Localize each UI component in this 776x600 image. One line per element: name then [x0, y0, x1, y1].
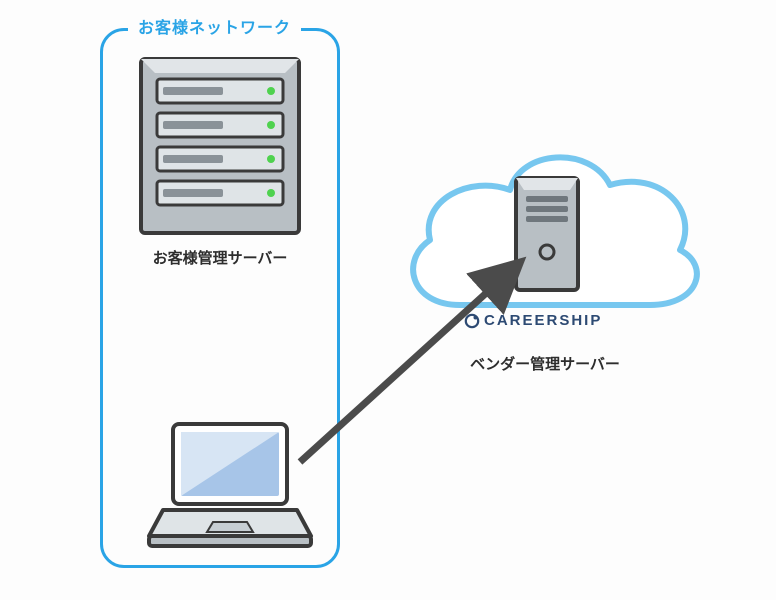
vendor-server-label: ベンダー管理サーバー [445, 353, 645, 374]
diagram-stage: お客様ネットワーク [0, 0, 776, 600]
careership-brand: CAREERSHIP [464, 312, 602, 329]
server-tower-icon [512, 174, 582, 298]
laptop-icon [145, 418, 315, 558]
customer-network-title: お客様ネットワーク [128, 14, 301, 38]
brand-text: CAREERSHIP [484, 312, 602, 329]
customer-server-label: お客様管理サーバー [130, 247, 310, 268]
server-rack-icon [135, 55, 305, 237]
circle-c-icon [464, 313, 480, 329]
